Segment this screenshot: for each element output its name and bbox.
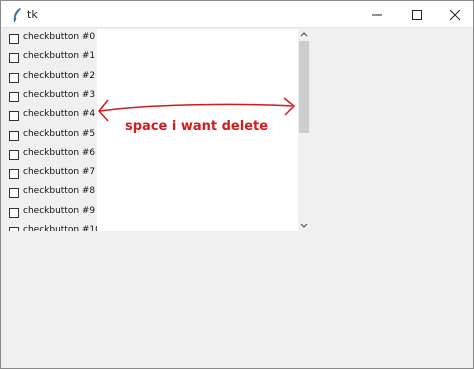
checkbutton-label: checkbutton #1 [23, 51, 96, 62]
checkbutton-row[interactable]: checkbutton #3 [5, 89, 97, 108]
checkbox[interactable] [9, 34, 19, 44]
checkbutton-label: checkbutton #7 [23, 167, 96, 178]
scroll-up-arrow-icon[interactable] [298, 29, 310, 41]
checkbutton-label: checkbutton #6 [23, 147, 96, 158]
checkbutton-label: checkbutton #5 [23, 128, 96, 139]
maximize-button[interactable] [397, 1, 437, 28]
checkbox[interactable] [9, 130, 19, 141]
checkbutton-row[interactable]: checkbutton #5 [5, 128, 97, 147]
checkbox[interactable] [9, 188, 19, 199]
checkbox[interactable] [9, 169, 19, 180]
checkbutton-row[interactable]: checkbutton #0 [5, 31, 97, 50]
annotation-text: space i want delete [125, 119, 269, 134]
checkbutton-label: checkbutton #10 [23, 225, 97, 231]
checkbutton-label: checkbutton #3 [23, 89, 96, 100]
checkbutton-row[interactable]: checkbutton #8 [5, 185, 97, 204]
checkbox[interactable] [9, 207, 19, 218]
checkbox[interactable] [9, 53, 19, 64]
checkbutton-label: checkbutton #4 [23, 109, 96, 120]
checkbox[interactable] [9, 111, 19, 122]
feather-icon [13, 8, 21, 23]
minimize-icon [372, 14, 382, 16]
checkbox[interactable] [9, 72, 19, 83]
checkbutton-row[interactable]: checkbutton #7 [5, 166, 97, 185]
checkbox[interactable] [9, 149, 19, 160]
checkbutton-row[interactable]: checkbutton #10 [5, 224, 97, 231]
checkbutton-row[interactable]: checkbutton #2 [5, 70, 97, 89]
checkbutton-list: checkbutton #0 checkbutton #1 checkbutton … [5, 29, 97, 231]
checkbutton-row[interactable]: checkbutton #4 [5, 108, 97, 127]
checkbutton-row[interactable]: checkbutton #6 [5, 147, 97, 166]
scroll-down-arrow-icon[interactable] [298, 219, 310, 231]
close-button[interactable] [435, 1, 474, 28]
title-bar[interactable]: tk [1, 1, 473, 28]
scrollbar-thumb[interactable] [299, 41, 309, 133]
checkbutton-label: checkbutton #8 [23, 186, 96, 197]
close-icon [449, 9, 461, 21]
window-title: tk [27, 8, 38, 21]
checkbox[interactable] [9, 227, 19, 231]
checkbutton-label: checkbutton #9 [23, 205, 96, 216]
app-window: tk checkbutton #0 checkbutton #1 checkbutt… [0, 0, 474, 369]
checkbutton-label: checkbutton #0 [23, 32, 96, 42]
vertical-scrollbar[interactable] [298, 29, 310, 231]
minimize-button[interactable] [357, 1, 397, 28]
checkbutton-row[interactable]: checkbutton #9 [5, 205, 97, 224]
checkbox[interactable] [9, 91, 19, 102]
maximize-icon [412, 10, 422, 20]
checkbutton-label: checkbutton #2 [23, 70, 96, 81]
checkbutton-row[interactable]: checkbutton #1 [5, 50, 97, 69]
